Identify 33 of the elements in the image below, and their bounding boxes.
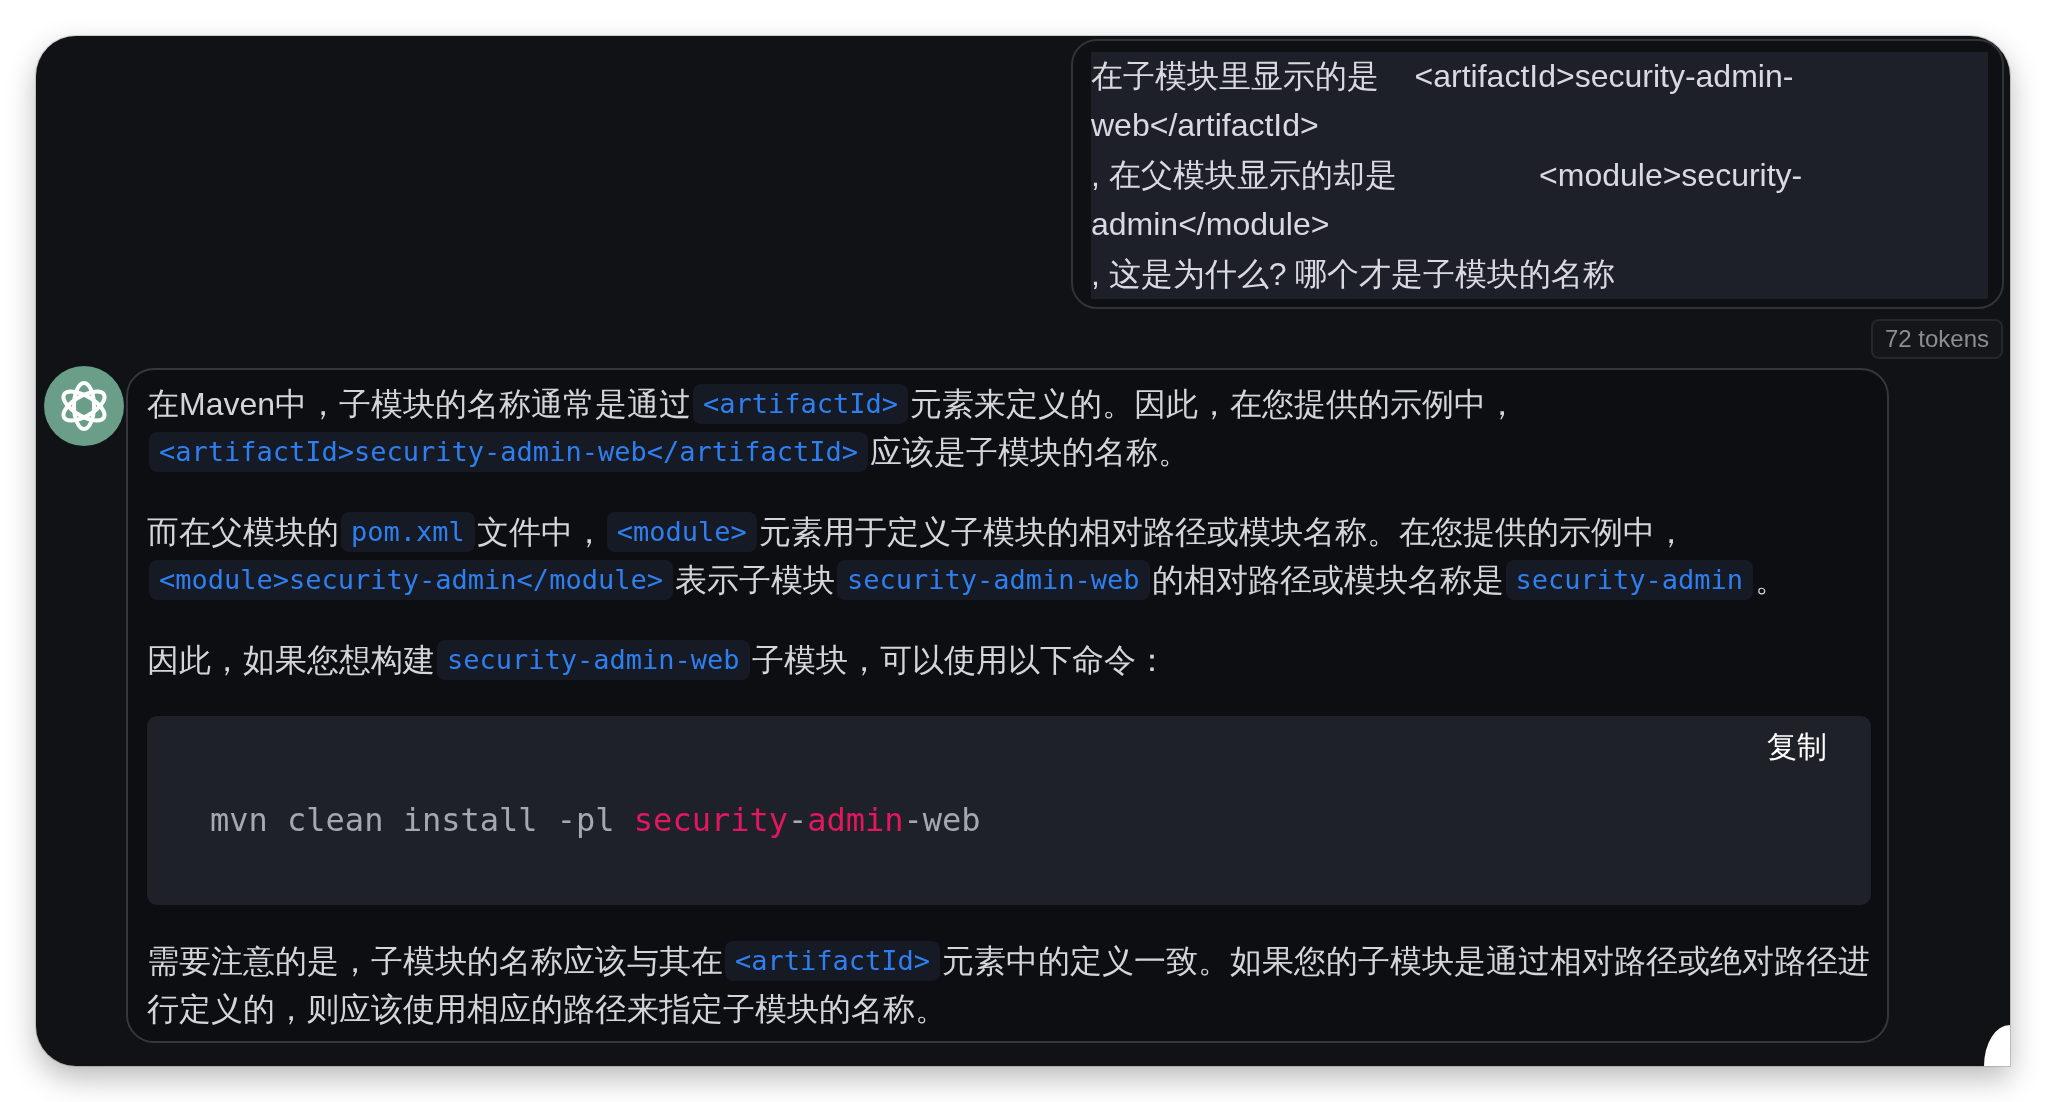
message-text: 。 [1755,561,1788,601]
inline-code: security-admin [1505,560,1754,601]
message-text: 在Maven中，子模块的名称通常是通过 [147,385,692,425]
inline-code: <module>security-admin</module> [149,560,673,601]
message-text: 应该是子模块的名称。 [870,433,1190,473]
message-text: 需要注意的是，子模块的名称应该与其在 [147,942,723,982]
inline-code: security-admin-web [836,560,1150,601]
message-text: admin</module> [1091,205,1330,245]
message-text: 表示子模块 [674,561,835,601]
message-text: 在子模块里显示的是 <artifactId>security-admin- [1091,57,1794,96]
message-text: 文件中， [476,513,605,553]
copy-button[interactable]: 复制 [1767,727,1827,768]
inline-code: <module> [606,512,757,553]
message-text: , 这是为什么? 哪个才是子模块的名称 [1091,254,1616,294]
avatar-icon [44,366,124,447]
code-line: mvn clean install -pl security-admin-web [210,800,981,842]
inline-code: <artifactId> [693,384,909,425]
inline-code: security-admin-web [437,640,750,681]
inline-code: <artifactId>security-admin-web</artifactId> [149,432,868,473]
message-text: 的相对路径或模块名称是 [1151,561,1504,601]
message-text: 元素用于定义子模块的相对路径或模块名称。在您提供的示例中， [758,513,1687,553]
message-text: 而在父模块的 [147,513,339,553]
message-text: 元素中的定义一致。如果您的子模块是通过相对路径或绝对路径进 [942,942,1871,982]
floating-button[interactable] [1984,1025,2010,1066]
message-text: , 在父模块显示的却是 <module>security- [1091,155,1803,195]
message-text: 行定义的，则应该使用相应的路径来指定子模块的名称。 [147,990,947,1030]
inline-code: <artifactId> [725,941,941,982]
message-text: 子模块，可以使用以下命令： [751,641,1168,681]
message-text: 元素来定义的。因此，在您提供的示例中， [910,385,1519,425]
message-text: 因此，如果您想构建 [147,641,435,681]
message-text: web</artifactId> [1091,106,1319,146]
token-count-badge: 72 tokens [1870,319,2003,360]
inline-code: pom.xml [341,512,475,553]
